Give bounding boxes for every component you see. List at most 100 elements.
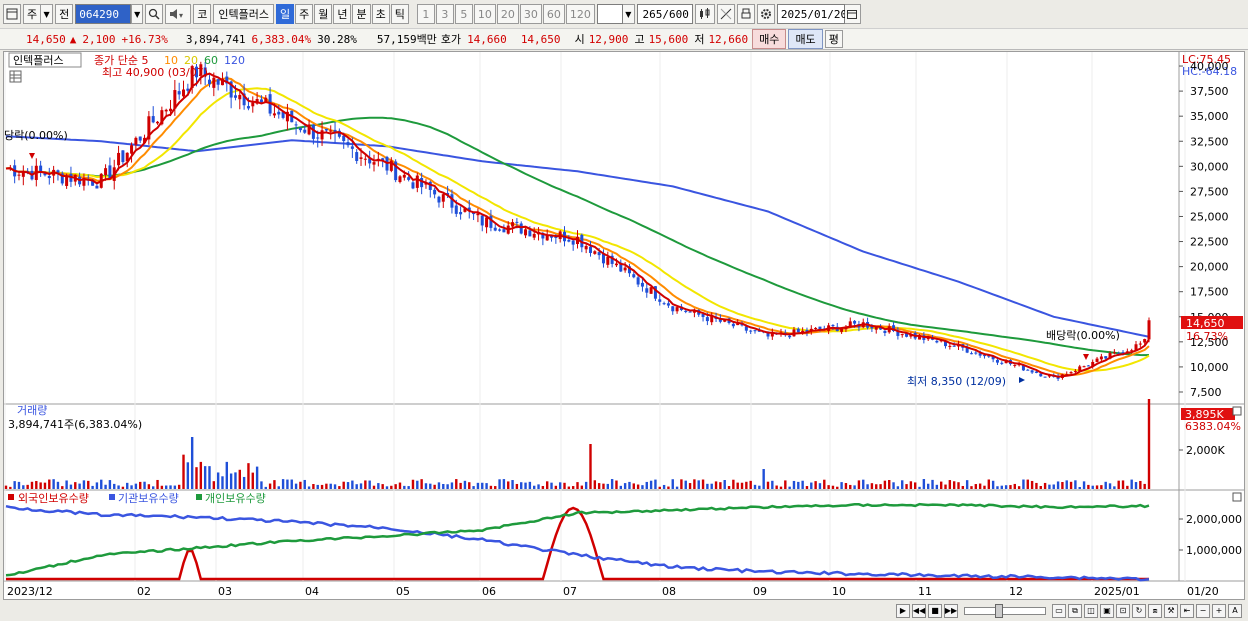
arrow-left-icon[interactable]: ⇤ <box>1180 603 1194 618</box>
x-axis-label: 03 <box>218 585 232 598</box>
sell-button[interactable]: 매도 <box>788 29 823 49</box>
candle-body <box>493 227 497 231</box>
copy-icon[interactable]: ⧉ <box>1068 603 1082 618</box>
zoom-out-icon[interactable]: − <box>1196 603 1210 618</box>
volume-bar <box>273 480 276 489</box>
volume-close-icon[interactable] <box>1232 406 1242 416</box>
tab-period-minute[interactable]: 분 <box>352 4 371 24</box>
font-size-icon[interactable]: A <box>1228 603 1242 618</box>
chevron-down-icon[interactable]: ▼ <box>622 4 635 24</box>
volume-bar <box>671 479 674 489</box>
chart-icon[interactable]: ⊡ <box>1116 603 1130 618</box>
x-axis-label: 11 <box>918 585 932 598</box>
candle-body <box>831 324 835 327</box>
volume-bar <box>182 454 185 489</box>
zoom-slider-handle[interactable] <box>995 603 1003 618</box>
eval-button[interactable]: 평 <box>824 30 843 48</box>
lock-icon[interactable]: ▣ <box>1100 603 1114 618</box>
volume-bar <box>533 485 536 489</box>
volume-bar <box>511 480 514 489</box>
zoom-in-icon[interactable]: + <box>1212 603 1226 618</box>
volume-bar <box>589 444 592 489</box>
candle-body <box>1073 371 1077 373</box>
table-icon[interactable] <box>9 70 22 83</box>
fast-forward-icon[interactable]: ▶▶ <box>944 603 958 618</box>
tools-icon[interactable]: ⚒ <box>1164 603 1178 618</box>
buy-button[interactable]: 매수 <box>752 29 787 49</box>
volume-bar <box>355 484 358 489</box>
volume-bar <box>294 483 298 489</box>
volume-bar <box>1126 485 1129 489</box>
volume-bar <box>524 482 527 489</box>
period-type-select[interactable]: 주 ▼ <box>23 4 54 24</box>
candle-style-icon[interactable] <box>694 4 715 24</box>
refresh-icon[interactable]: ↻ <box>1132 603 1146 618</box>
layout-icon[interactable]: ▭ <box>1052 603 1066 618</box>
candle-body <box>402 174 406 178</box>
tab-period-tick[interactable]: 틱 <box>390 4 409 24</box>
x-axis-label: 2025/01 <box>1094 585 1140 598</box>
date-input[interactable]: 2025/01/20 <box>776 4 847 24</box>
volume-bar <box>225 461 229 489</box>
interval-button[interactable]: 3 <box>435 4 454 24</box>
interval-button[interactable]: 120 <box>565 4 595 24</box>
chart-type-icon[interactable] <box>3 4 21 24</box>
volume-bar <box>736 482 739 489</box>
volume-bar <box>1004 485 1008 489</box>
date-field[interactable]: 2025/01/20 <box>776 4 861 24</box>
holdings-close-icon[interactable] <box>1232 492 1242 502</box>
interval-select-value[interactable] <box>596 4 623 24</box>
volume-bar <box>489 485 493 489</box>
interval-button[interactable]: 60 <box>542 4 565 24</box>
count-field[interactable]: 265/600 <box>636 4 693 24</box>
tab-period-month[interactable]: 월 <box>314 4 333 24</box>
volume-bar <box>909 481 913 489</box>
volume-bar <box>312 484 315 489</box>
print-icon[interactable] <box>736 4 755 24</box>
price-chart[interactable]: 인텍플러스 종가 단순 5 10 20 60 120 최고 40,900 (03… <box>4 52 1244 599</box>
volume-bar <box>372 485 376 489</box>
stop-icon[interactable]: ■ <box>928 603 942 618</box>
volume-bar <box>537 484 540 489</box>
tab-period-second[interactable]: 초 <box>371 4 390 24</box>
tab-period-year[interactable]: 년 <box>333 4 352 24</box>
interval-button[interactable]: 20 <box>496 4 519 24</box>
interval-button[interactable]: 1 <box>416 4 435 24</box>
volume-bar <box>108 480 112 489</box>
volume-bar <box>385 486 389 489</box>
chart-area[interactable]: 인텍플러스 종가 단순 5 10 20 60 120 최고 40,900 (03… <box>3 51 1245 600</box>
gear-icon[interactable] <box>756 4 775 24</box>
volume-bar <box>320 484 324 489</box>
zoom-slider[interactable] <box>964 603 1046 618</box>
volume-bar <box>268 483 272 489</box>
scroll-right-icon[interactable]: ▶ <box>896 603 910 618</box>
volume-title: 거래량 <box>17 404 47 417</box>
chevron-down-icon[interactable]: ▼ <box>41 4 54 24</box>
candle-body <box>1147 320 1151 340</box>
chevron-down-icon[interactable]: ▼ <box>131 4 144 24</box>
calendar-icon[interactable] <box>844 4 861 24</box>
count-value[interactable]: 265 <box>642 8 662 21</box>
split-icon[interactable]: ◫ <box>1084 603 1098 618</box>
prev-button[interactable]: 전 <box>55 4 74 24</box>
tab-period-day[interactable]: 일 <box>275 4 295 24</box>
crosshair-icon[interactable] <box>716 4 735 24</box>
interval-button[interactable]: 5 <box>454 4 473 24</box>
tab-period-week[interactable]: 주 <box>295 4 314 24</box>
search-icon[interactable] <box>145 4 164 24</box>
x-axis-label: 2023/12 <box>7 585 53 598</box>
volume-bar <box>944 484 947 489</box>
volume-bar <box>875 484 878 489</box>
volume-bar <box>978 483 982 489</box>
interval-button[interactable]: 10 <box>473 4 496 24</box>
rewind-icon[interactable]: ◀◀ <box>912 603 926 618</box>
stock-code-input[interactable]: 064290 <box>75 4 132 24</box>
volume-bar <box>316 484 319 489</box>
candle-body <box>584 246 588 250</box>
speaker-icon[interactable]: ▾ <box>165 4 192 24</box>
compare-icon[interactable]: ⧈ <box>1148 603 1162 618</box>
volume-bar <box>619 485 622 489</box>
interval-select[interactable]: ▼ <box>596 4 635 24</box>
stock-code-field[interactable]: 064290 ▼ <box>75 4 144 24</box>
interval-button[interactable]: 30 <box>519 4 542 24</box>
